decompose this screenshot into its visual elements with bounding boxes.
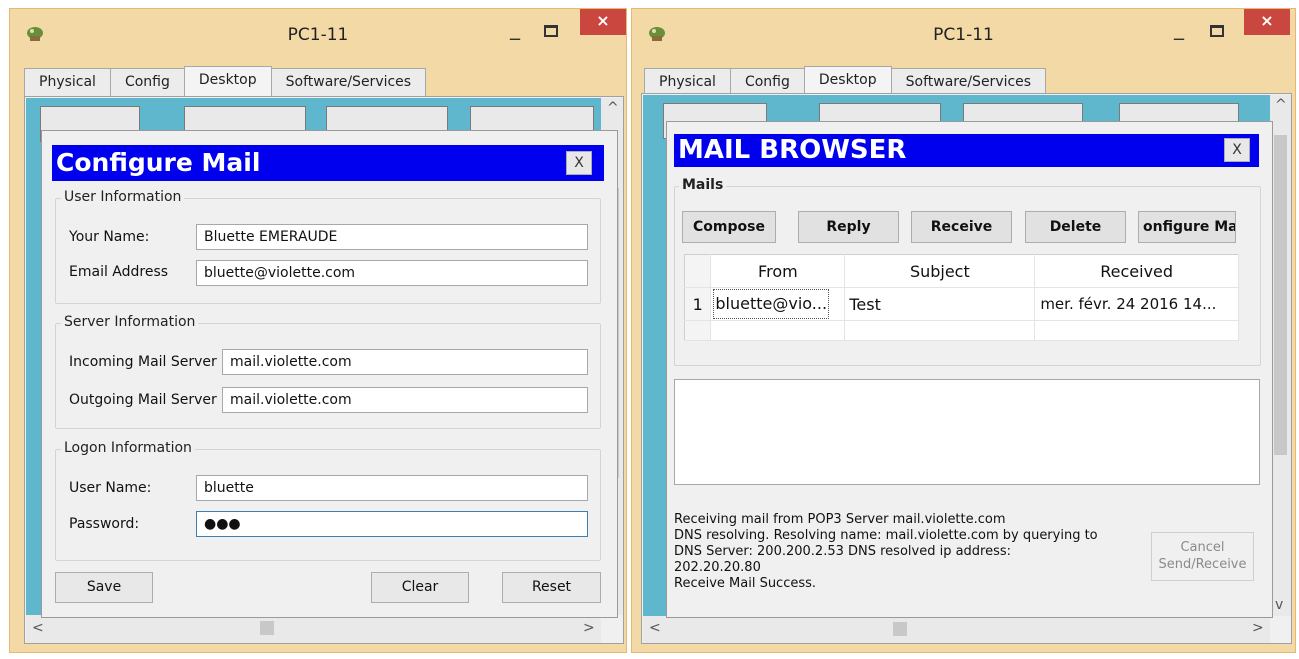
compose-button[interactable]: Compose (682, 211, 776, 243)
mails-table: From Subject Received 1 bluette@vio... T… (684, 254, 1239, 341)
configure-mail-window: PC1-11 _ × Physical Config Desktop Softw… (9, 8, 627, 653)
status-line: Receiving mail from POP3 Server mail.vio… (674, 512, 1006, 527)
tab-bar: Physical Config Desktop Software/Service… (644, 66, 1047, 96)
group-legend: Server Information (61, 314, 199, 330)
status-line: DNS Server: 200.200.2.53 DNS resolved ip… (674, 544, 1012, 559)
group-legend: User Information (61, 189, 185, 205)
server-information-group (55, 323, 601, 429)
row-number: 1 (684, 287, 712, 321)
field-label: Your Name: (69, 229, 150, 245)
clear-button[interactable]: Clear (371, 572, 469, 603)
tab-bar: Physical Config Desktop Software/Service… (24, 66, 427, 96)
tab-desktop[interactable]: Desktop (183, 66, 272, 96)
user-information-group (55, 198, 601, 304)
close-button[interactable]: × (580, 9, 626, 35)
group-legend: Logon Information (61, 440, 195, 456)
your-name-input[interactable]: Bluette EMERAUDE (196, 224, 588, 250)
tab-config[interactable]: Config (109, 68, 185, 96)
close-button[interactable]: × (1244, 9, 1290, 35)
dialog-title: MAIL BROWSER (674, 134, 1259, 167)
empty-cell (844, 320, 1036, 341)
button-label: Send/Receive (1158, 557, 1247, 572)
cancel-send-receive-button[interactable]: Cancel Send/Receive (1151, 532, 1254, 581)
dialog-close-button[interactable]: X (1224, 138, 1250, 162)
tab-software-services[interactable]: Software/Services (890, 68, 1047, 96)
scroll-up-arrow[interactable]: ^ (1275, 97, 1287, 113)
field-label: User Name: (69, 480, 152, 496)
field-label: Password: (69, 516, 140, 532)
dialog-close-button[interactable]: X (566, 151, 592, 175)
receive-button[interactable]: Receive (911, 211, 1012, 243)
column-header-from[interactable]: From (710, 254, 846, 288)
column-header-received[interactable]: Received (1034, 254, 1239, 288)
scroll-left-arrow[interactable]: < (32, 620, 44, 636)
field-label: Incoming Mail Server (69, 354, 217, 370)
mail-browser-dialog: MAIL BROWSER X Mails Compose Reply Recei… (666, 121, 1273, 618)
title-bar[interactable]: PC1-11 _ × (10, 9, 626, 61)
horizontal-scrollbar[interactable]: < > (26, 615, 601, 643)
cell-received[interactable]: mer. févr. 24 2016 14... (1034, 287, 1239, 321)
group-legend: Mails (679, 177, 727, 193)
tab-software-services[interactable]: Software/Services (270, 68, 427, 96)
column-header-subject[interactable]: Subject (844, 254, 1036, 288)
logon-information-group (55, 449, 601, 561)
title-bar[interactable]: PC1-11 _ × (632, 9, 1295, 61)
status-log: Receiving mail from POP3 Server mail.vio… (674, 512, 1144, 592)
button-label: Cancel (1180, 540, 1225, 555)
scroll-thumb[interactable] (893, 622, 907, 636)
dialog-title: Configure Mail (52, 145, 604, 181)
mail-browser-window: PC1-11 _ × Physical Config Desktop Softw… (631, 8, 1296, 653)
password-input[interactable]: ●●● (196, 511, 588, 537)
focused-cell-text: bluette@vio... (713, 289, 830, 319)
tab-physical[interactable]: Physical (644, 68, 731, 96)
status-line: 202.20.20.80 (674, 560, 761, 575)
empty-cell (1034, 320, 1239, 341)
configure-mail-dialog: Configure Mail X User Information Your N… (41, 130, 618, 618)
scroll-left-arrow[interactable]: < (649, 620, 661, 636)
reset-button[interactable]: Reset (502, 572, 601, 603)
empty-cell (710, 320, 846, 341)
horizontal-scrollbar[interactable]: < > (643, 616, 1270, 643)
user-name-input[interactable]: bluette (196, 475, 588, 501)
window-title: PC1-11 (933, 25, 994, 45)
tab-desktop[interactable]: Desktop (803, 66, 892, 96)
empty-row (684, 320, 1239, 341)
scroll-right-arrow[interactable]: > (1252, 620, 1264, 636)
vertical-scrollbar[interactable]: ^ v (1270, 95, 1291, 616)
status-line: Receive Mail Success. (674, 576, 817, 591)
save-button[interactable]: Save (55, 572, 153, 603)
cell-subject[interactable]: Test (844, 287, 1036, 321)
mail-body-viewer[interactable] (674, 379, 1260, 485)
configure-mail-button[interactable]: onfigure Ma (1138, 211, 1236, 243)
tab-config[interactable]: Config (729, 68, 805, 96)
table-row[interactable]: 1 bluette@vio... Test mer. févr. 24 2016… (684, 287, 1239, 321)
email-address-input[interactable]: bluette@violette.com (196, 260, 588, 286)
minimize-button[interactable]: _ (1168, 18, 1190, 43)
row-number-header (684, 254, 712, 288)
scroll-thumb[interactable] (1274, 135, 1287, 455)
status-line: DNS resolving. Resolving name: mail.viol… (674, 528, 1098, 543)
table-header-row: From Subject Received (684, 254, 1239, 288)
window-title: PC1-11 (287, 25, 349, 45)
incoming-mail-server-input[interactable]: mail.violette.com (222, 349, 588, 375)
field-label: Outgoing Mail Server (69, 392, 217, 408)
row-number (684, 320, 712, 341)
minimize-button[interactable]: _ (504, 18, 526, 43)
scroll-right-arrow[interactable]: > (583, 620, 595, 636)
reply-button[interactable]: Reply (798, 211, 899, 243)
scroll-up-arrow[interactable]: ^ (607, 100, 619, 116)
field-label: Email Address (69, 264, 169, 280)
maximize-button[interactable] (1210, 25, 1224, 37)
tab-physical[interactable]: Physical (24, 68, 111, 96)
scroll-thumb[interactable] (260, 621, 274, 635)
cell-from[interactable]: bluette@vio... (710, 287, 846, 321)
scroll-down-arrow[interactable]: v (1275, 597, 1283, 613)
maximize-button[interactable] (544, 25, 558, 37)
delete-button[interactable]: Delete (1025, 211, 1126, 243)
outgoing-mail-server-input[interactable]: mail.violette.com (222, 387, 588, 413)
